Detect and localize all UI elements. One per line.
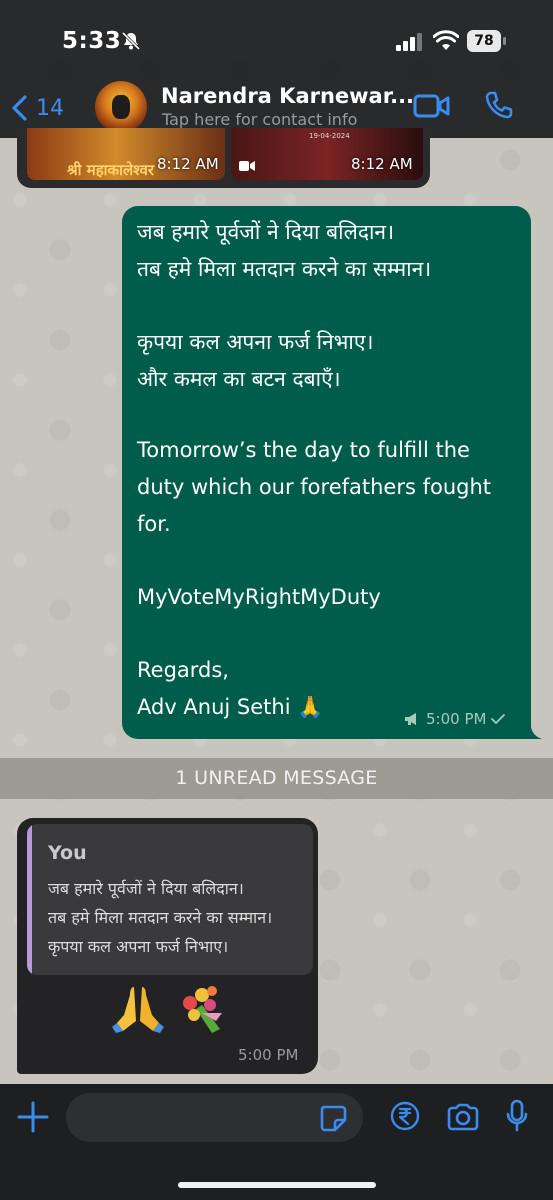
video-call-icon[interactable] bbox=[413, 93, 451, 119]
message-line: Regards, bbox=[137, 658, 229, 682]
message-line: जब हमारे पूर्वजों ने दिया बलिदान। bbox=[137, 220, 395, 244]
quote-author: You bbox=[48, 842, 87, 864]
message-line: कृपया कल अपना फर्ज निभाए। bbox=[137, 330, 374, 354]
contact-avatar[interactable] bbox=[95, 81, 147, 133]
phone-call-icon[interactable] bbox=[484, 90, 514, 120]
message-time: 5:00 PM bbox=[238, 1046, 299, 1064]
chevron-left-icon bbox=[12, 95, 27, 121]
silent-bell-icon bbox=[121, 31, 141, 51]
wifi-icon bbox=[433, 30, 459, 50]
sent-check-icon bbox=[491, 714, 506, 725]
bouquet-emoji bbox=[183, 986, 222, 1033]
message-line: for. bbox=[137, 512, 171, 536]
rupee-payment-icon[interactable] bbox=[390, 1101, 420, 1131]
media-thumbnail[interactable]: श्री महाकालेश्वर 8:12 AM bbox=[27, 128, 225, 180]
message-time: 5:00 PM bbox=[426, 710, 487, 728]
contact-info-hint[interactable]: Tap here for contact info bbox=[162, 110, 357, 129]
message-line: Adv Anuj Sethi 🙏 bbox=[137, 695, 324, 719]
video-date-overlay: 19-04-2024 bbox=[309, 132, 350, 140]
quote-line: जब हमारे पूर्वजों ने दिया बलिदान। bbox=[48, 879, 244, 898]
microphone-icon[interactable] bbox=[505, 1099, 529, 1133]
media-time: 8:12 AM bbox=[157, 155, 219, 173]
camera-icon[interactable] bbox=[446, 1103, 480, 1131]
battery-level: 78 bbox=[467, 30, 501, 52]
bubble-tail bbox=[526, 727, 542, 739]
message-meta: 5:00 PM bbox=[404, 710, 512, 728]
contact-name[interactable]: Narendra Karnewar... bbox=[161, 84, 414, 108]
folded-hands-emoji bbox=[112, 987, 164, 1033]
avatar-figure bbox=[112, 95, 130, 119]
quote-line: तब हमे मिला मतदान करने का सम्मान। bbox=[48, 908, 273, 927]
message-line: Tomorrow’s the day to fulfill the bbox=[137, 438, 470, 462]
unread-chats-count: 14 bbox=[36, 95, 64, 121]
message-line: और कमल का बटन दबाएँ। bbox=[137, 367, 341, 391]
emoji-content: 🙏 💐 bbox=[112, 986, 222, 1033]
cellular-signal-icon bbox=[396, 33, 422, 51]
media-message-bubble[interactable]: श्री महाकालेश्वर 8:12 AM 19-04-2024 8:12… bbox=[17, 128, 430, 188]
thumbnail-caption: श्री महाकालेश्वर bbox=[67, 161, 154, 179]
battery-indicator: 78 bbox=[467, 30, 507, 52]
message-line: तब हमे मिला मतदान करने का सम्मान। bbox=[137, 257, 432, 281]
media-time: 8:12 AM bbox=[351, 155, 413, 173]
unread-messages-banner: 1 UNREAD MESSAGE bbox=[0, 758, 553, 799]
message-line: duty which our forefathers fought bbox=[137, 475, 492, 499]
video-thumbnail[interactable]: 19-04-2024 8:12 AM bbox=[231, 128, 423, 180]
sticker-icon[interactable] bbox=[319, 1104, 347, 1132]
plus-icon[interactable] bbox=[17, 1101, 49, 1133]
quote-accent-bar bbox=[27, 824, 32, 975]
battery-tip bbox=[503, 37, 506, 45]
back-button[interactable]: 14 bbox=[10, 88, 80, 128]
message-line: MyVoteMyRightMyDuty bbox=[137, 585, 381, 609]
status-time: 5:33 bbox=[62, 28, 122, 54]
quote-line: कृपया कल अपना फर्ज निभाए। bbox=[48, 937, 229, 956]
broadcast-megaphone-icon bbox=[405, 713, 416, 725]
video-camera-icon bbox=[239, 161, 255, 171]
home-indicator[interactable] bbox=[178, 1182, 376, 1188]
